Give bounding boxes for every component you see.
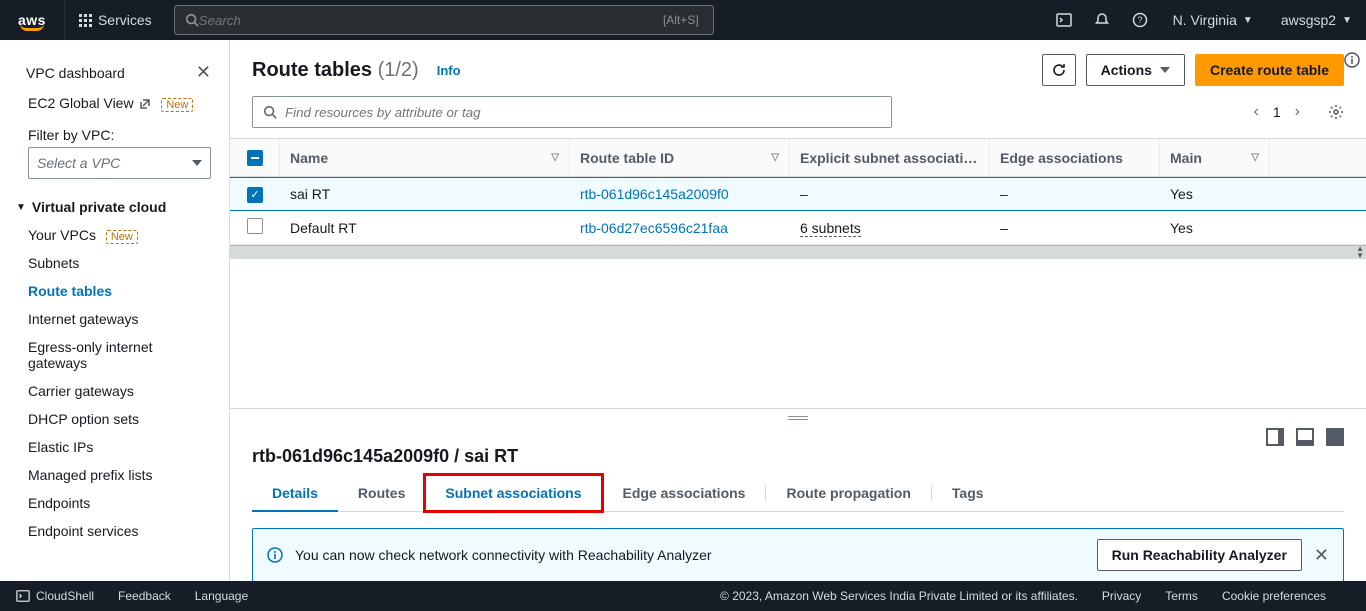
- notifications-icon[interactable]: [1083, 0, 1121, 40]
- layout-full-icon[interactable]: [1326, 428, 1344, 446]
- panel-splitter[interactable]: [230, 408, 1366, 426]
- detail-title: rtb-061d96c145a2009f0 / sai RT: [252, 446, 1344, 467]
- info-icon: [267, 547, 283, 563]
- col-main[interactable]: Main: [1170, 150, 1202, 166]
- search-icon: [263, 105, 277, 119]
- horizontal-scrollbar[interactable]: ▲▼: [230, 245, 1366, 259]
- sidebar-item-eigw[interactable]: Egress-only internet gateways: [0, 333, 229, 377]
- col-edge[interactable]: Edge associations: [1000, 150, 1123, 166]
- grip-icon: [788, 416, 808, 420]
- new-badge: New: [161, 98, 193, 112]
- select-all-checkbox[interactable]: [247, 150, 263, 166]
- page-prev[interactable]: ‹: [1254, 103, 1259, 121]
- create-route-table-button[interactable]: Create route table: [1195, 54, 1344, 86]
- filter-by-vpc-label: Filter by VPC:: [0, 117, 229, 147]
- col-name[interactable]: Name: [290, 150, 328, 166]
- sidebar-group-vpc[interactable]: ▼Virtual private cloud: [0, 193, 229, 221]
- subnet-assoc-link[interactable]: 6 subnets: [800, 220, 861, 237]
- table-row[interactable]: Default RT rtb-06d27ec6596c21faa 6 subne…: [230, 211, 1366, 245]
- tab-details[interactable]: Details: [252, 475, 338, 511]
- chevron-down-icon: [192, 160, 202, 166]
- chevron-down-icon: [1160, 67, 1170, 73]
- sidebar-ec2-global[interactable]: EC2 Global View New: [0, 89, 229, 117]
- route-table-link[interactable]: rtb-061d96c145a2009f0: [570, 186, 790, 202]
- footer-privacy[interactable]: Privacy: [1102, 589, 1141, 603]
- layout-bottom-icon[interactable]: [1296, 428, 1314, 446]
- global-footer: CloudShell Feedback Language © 2023, Ama…: [0, 581, 1366, 611]
- page-next[interactable]: ›: [1295, 103, 1300, 121]
- services-label: Services: [98, 12, 152, 28]
- global-topbar: aws Services [Alt+S] ? N. Virginia▼ awsg…: [0, 0, 1366, 40]
- footer-feedback[interactable]: Feedback: [118, 589, 171, 603]
- tools-rail: [1338, 42, 1366, 68]
- search-icon: [185, 13, 199, 27]
- footer-language[interactable]: Language: [195, 589, 248, 603]
- footer-copyright: © 2023, Amazon Web Services India Privat…: [720, 589, 1078, 603]
- info-icon[interactable]: [1344, 52, 1360, 68]
- reachability-banner: You can now check network connectivity w…: [252, 528, 1344, 581]
- region-selector[interactable]: N. Virginia▼: [1159, 12, 1267, 28]
- route-tables-table: Name▽ Route table ID▽ Explicit subnet as…: [230, 138, 1366, 245]
- tab-routes[interactable]: Routes: [338, 475, 425, 511]
- external-link-icon: [139, 98, 151, 110]
- col-rtid[interactable]: Route table ID: [580, 150, 674, 166]
- cloudshell-icon: [16, 589, 30, 603]
- find-resources-input-wrap[interactable]: [252, 96, 892, 128]
- sidebar-item-eip[interactable]: Elastic IPs: [0, 433, 229, 461]
- account-menu[interactable]: awsgsp2▼: [1267, 12, 1366, 28]
- banner-text: You can now check network connectivity w…: [295, 547, 712, 563]
- sidebar-item-carrier[interactable]: Carrier gateways: [0, 377, 229, 405]
- sidebar-item-subnets[interactable]: Subnets: [0, 249, 229, 277]
- refresh-button[interactable]: [1042, 54, 1076, 86]
- footer-terms[interactable]: Terms: [1165, 589, 1198, 603]
- cloudshell-icon[interactable]: [1045, 0, 1083, 40]
- search-shortcut: [Alt+S]: [659, 11, 703, 29]
- row-checkbox[interactable]: ✓: [247, 187, 263, 203]
- refresh-icon: [1051, 62, 1067, 78]
- sidebar-item-endpoints[interactable]: Endpoints: [0, 489, 229, 517]
- tab-route-propagation[interactable]: Route propagation: [766, 475, 930, 511]
- run-reachability-button[interactable]: Run Reachability Analyzer: [1097, 539, 1302, 571]
- sidebar-item-prefix[interactable]: Managed prefix lists: [0, 461, 229, 489]
- footer-cookie[interactable]: Cookie preferences: [1222, 589, 1326, 603]
- global-search[interactable]: [Alt+S]: [174, 5, 714, 35]
- grid-icon: [79, 14, 92, 27]
- svg-text:?: ?: [1137, 15, 1142, 25]
- tab-subnet-associations[interactable]: Subnet associations: [425, 475, 601, 511]
- close-icon[interactable]: ✕: [196, 62, 211, 83]
- detail-tabs: Details Routes Subnet associations Edge …: [252, 475, 1344, 512]
- route-table-link[interactable]: rtb-06d27ec6596c21faa: [570, 220, 790, 236]
- sidebar-item-dhcp[interactable]: DHCP option sets: [0, 405, 229, 433]
- tab-edge-associations[interactable]: Edge associations: [603, 475, 766, 511]
- footer-cloudshell[interactable]: CloudShell: [16, 589, 94, 603]
- search-input[interactable]: [199, 13, 659, 28]
- settings-button[interactable]: [1328, 104, 1344, 120]
- close-icon[interactable]: ✕: [1314, 545, 1329, 566]
- sidebar-item-route-tables[interactable]: Route tables: [0, 277, 229, 305]
- content-area: Route tables (1/2) Info Actions Create r…: [230, 40, 1366, 581]
- sidebar-item-your-vpcs[interactable]: Your VPCs New: [0, 221, 229, 249]
- aws-logo[interactable]: aws: [0, 12, 64, 28]
- detail-panel: rtb-061d96c145a2009f0 / sai RT Details R…: [230, 426, 1366, 581]
- actions-button[interactable]: Actions: [1086, 54, 1185, 86]
- info-link[interactable]: Info: [437, 63, 461, 78]
- tab-tags[interactable]: Tags: [932, 475, 1004, 511]
- sidebar: VPC dashboard ✕ EC2 Global View New Filt…: [0, 40, 230, 581]
- gear-icon: [1328, 104, 1344, 120]
- page-title: Route tables (1/2): [252, 59, 419, 82]
- help-icon[interactable]: ?: [1121, 0, 1159, 40]
- services-menu[interactable]: Services: [64, 0, 166, 40]
- paginator: ‹ 1 ›: [1254, 103, 1344, 121]
- page-number: 1: [1273, 104, 1281, 120]
- col-explicit[interactable]: Explicit subnet associati…: [800, 150, 977, 166]
- table-row[interactable]: ✓ sai RT rtb-061d96c145a2009f0 – – Yes: [230, 177, 1366, 211]
- sidebar-dashboard[interactable]: VPC dashboard ✕: [0, 56, 229, 89]
- sidebar-item-endpoint-svc[interactable]: Endpoint services: [0, 517, 229, 545]
- find-resources-input[interactable]: [285, 105, 881, 120]
- vpc-select[interactable]: Select a VPC: [28, 147, 211, 179]
- layout-side-icon[interactable]: [1266, 428, 1284, 446]
- sidebar-item-igw[interactable]: Internet gateways: [0, 305, 229, 333]
- row-checkbox[interactable]: [247, 218, 263, 234]
